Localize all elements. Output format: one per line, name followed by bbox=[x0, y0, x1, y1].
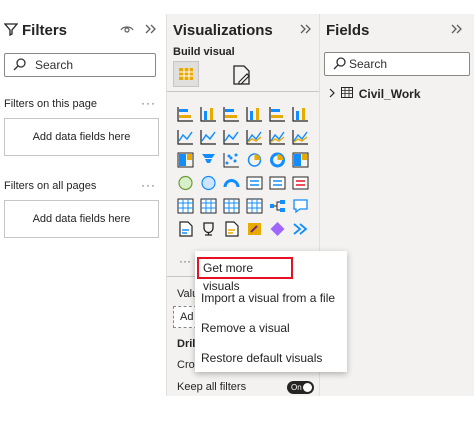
search-placeholder: Search bbox=[349, 57, 388, 71]
visualizations-title: Visualizations bbox=[173, 22, 273, 39]
menu-item-restore-default[interactable]: Restore default visuals bbox=[201, 347, 341, 369]
build-visual-tab[interactable] bbox=[173, 61, 199, 87]
funnel-icon bbox=[3, 22, 19, 40]
multi-row-card-icon[interactable] bbox=[269, 175, 286, 191]
filters-search-input[interactable]: Search bbox=[4, 53, 156, 77]
narrative-icon[interactable] bbox=[177, 221, 194, 237]
donut-chart-icon[interactable] bbox=[269, 152, 286, 168]
waterfall-icon[interactable] bbox=[177, 152, 194, 168]
ribbon-chart-icon[interactable] bbox=[292, 129, 309, 145]
stacked-column-icon[interactable] bbox=[200, 106, 217, 122]
power-apps-icon[interactable] bbox=[246, 221, 263, 237]
line-chart-icon[interactable] bbox=[177, 129, 194, 145]
decomposition-tree-icon[interactable] bbox=[269, 198, 286, 214]
values-drop-label: Ad bbox=[180, 311, 194, 323]
slicer-icon[interactable] bbox=[177, 198, 194, 214]
visuals-context-menu: Get more visuals Import a visual from a … bbox=[195, 251, 347, 372]
menu-item-import-visual[interactable]: Import a visual from a file bbox=[201, 287, 341, 309]
format-visual-icon[interactable] bbox=[231, 64, 253, 86]
treemap-icon[interactable] bbox=[292, 152, 309, 168]
power-automate-icon[interactable] bbox=[269, 221, 286, 237]
trophy-icon[interactable] bbox=[200, 221, 217, 237]
menu-item-get-more-visuals[interactable]: Get more visuals bbox=[197, 257, 293, 293]
more-options-icon[interactable]: ··· bbox=[141, 178, 156, 192]
filters-on-all-pages-label: Filters on all pages bbox=[4, 180, 97, 192]
more-arrows-icon[interactable] bbox=[292, 221, 309, 237]
filters-title: Filters bbox=[22, 22, 68, 39]
drill-through-label: Dril bbox=[177, 338, 196, 350]
filters-pane: Filters Search Filters on this page ··· … bbox=[0, 14, 166, 396]
card-icon[interactable] bbox=[246, 175, 263, 191]
fields-title: Fields bbox=[326, 22, 370, 39]
line-stacked-column-icon[interactable] bbox=[269, 129, 286, 145]
100-bar-icon[interactable] bbox=[269, 106, 286, 122]
map-icon[interactable] bbox=[177, 175, 194, 191]
table-name: Civil_Work bbox=[358, 86, 421, 101]
search-icon bbox=[333, 56, 347, 75]
eye-icon[interactable] bbox=[120, 22, 134, 40]
table-node-civil-work[interactable]: Civil_Work bbox=[328, 86, 421, 101]
toggle-knob bbox=[303, 383, 312, 392]
filled-map-icon[interactable] bbox=[200, 175, 217, 191]
toggle-state-label: On bbox=[291, 383, 302, 392]
scatter-icon[interactable] bbox=[223, 152, 240, 168]
fields-grid-icon bbox=[179, 68, 193, 80]
search-placeholder: Search bbox=[35, 58, 74, 72]
key-influencers-icon[interactable] bbox=[246, 198, 263, 214]
collapse-pane-icon[interactable] bbox=[450, 22, 464, 40]
divider bbox=[167, 91, 319, 92]
stacked-area-icon[interactable] bbox=[223, 129, 240, 145]
clustered-column-icon[interactable] bbox=[246, 106, 263, 122]
area-chart-icon[interactable] bbox=[200, 129, 217, 145]
keep-all-filters-toggle[interactable]: On bbox=[287, 381, 314, 394]
stacked-bar-icon[interactable] bbox=[177, 106, 194, 122]
more-options-icon[interactable]: ··· bbox=[141, 96, 156, 110]
table-icon bbox=[341, 86, 354, 101]
filters-on-this-page-label: Filters on this page bbox=[4, 98, 97, 110]
paginated-report-icon[interactable] bbox=[223, 221, 240, 237]
kpi-icon[interactable] bbox=[292, 175, 309, 191]
100-column-icon[interactable] bbox=[292, 106, 309, 122]
pie-chart-icon[interactable] bbox=[246, 152, 263, 168]
page-filter-drop-zone[interactable]: Add data fields here bbox=[4, 118, 159, 156]
line-column-icon[interactable] bbox=[246, 129, 263, 145]
collapse-pane-icon[interactable] bbox=[299, 22, 313, 40]
gauge-icon[interactable] bbox=[223, 175, 240, 191]
collapse-pane-icon[interactable] bbox=[144, 22, 158, 40]
chevron-right-icon[interactable] bbox=[328, 87, 336, 101]
build-visual-label: Build visual bbox=[173, 46, 235, 58]
qa-icon[interactable] bbox=[292, 198, 309, 214]
funnel-chart-icon[interactable] bbox=[200, 152, 217, 168]
more-visuals-icon[interactable]: ··· bbox=[179, 254, 191, 268]
table-visual-icon[interactable] bbox=[200, 198, 217, 214]
search-icon bbox=[13, 57, 27, 76]
clustered-bar-icon[interactable] bbox=[223, 106, 240, 122]
cross-report-label: Cro bbox=[177, 359, 195, 371]
matrix-icon[interactable] bbox=[223, 198, 240, 214]
fields-search-input[interactable]: Search bbox=[324, 52, 470, 76]
all-pages-filter-drop-zone[interactable]: Add data fields here bbox=[4, 200, 159, 238]
keep-all-filters-label: Keep all filters bbox=[177, 381, 247, 393]
menu-item-remove-visual[interactable]: Remove a visual bbox=[201, 317, 341, 339]
